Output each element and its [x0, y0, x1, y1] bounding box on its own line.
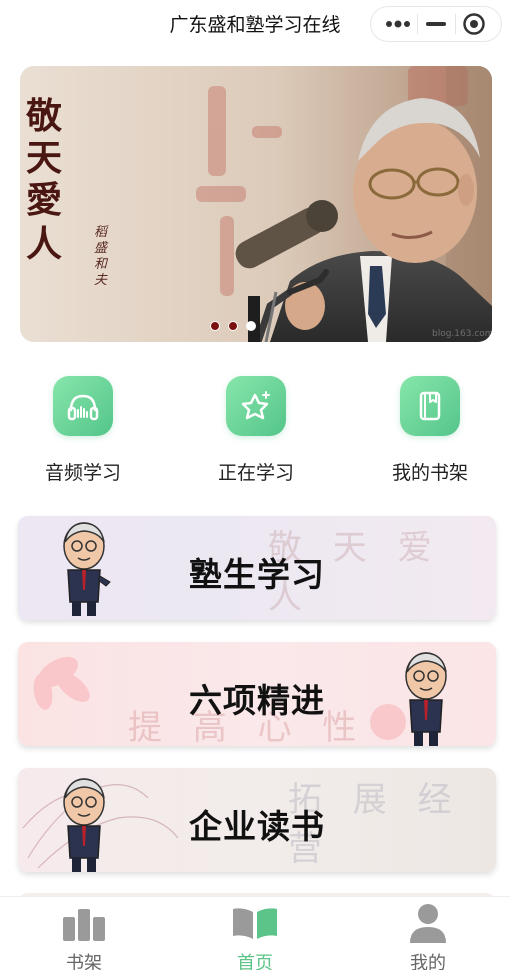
tab-mine[interactable]: 我的 — [368, 903, 488, 970]
quick-item-label: 音频学习 — [44, 462, 121, 484]
banner-carousel[interactable]: 敬 天 愛 人 稻 盛 和 夫 blog.163.com — [20, 66, 492, 342]
banner-headline-char: 人 — [26, 223, 62, 265]
banner-signature-char: 和 — [94, 257, 109, 272]
user-icon — [403, 903, 453, 943]
quick-item-learning[interactable]: 正在学习 — [181, 372, 331, 485]
carousel-dot-active[interactable] — [246, 321, 256, 331]
carousel-dot[interactable] — [228, 321, 238, 331]
headphones-icon — [53, 376, 113, 436]
card-six-practices[interactable]: 提 高 心 性 六项精进 — [18, 642, 496, 746]
banner-headline-char: 愛 — [26, 179, 62, 221]
card-title: 六项精进 — [189, 681, 325, 720]
banner-signature-char: 夫 — [94, 273, 108, 288]
quick-menu: 音频学习 正在学习 我的书架 — [0, 372, 510, 492]
quick-item-label: 我的书架 — [391, 462, 468, 484]
quick-item-bookshelf[interactable]: 我的书架 — [355, 372, 505, 485]
banner-signature-char: 盛 — [94, 241, 109, 256]
banner-signature-char: 稻 — [94, 225, 109, 240]
card-title: 塾生学习 — [189, 555, 325, 594]
card-title: 企业读书 — [189, 807, 325, 846]
capsule-divider — [454, 14, 456, 34]
carousel-indicator — [210, 320, 270, 332]
card-enterprise-reading[interactable]: 拓 展 经 营 企业读书 — [18, 768, 496, 872]
close-button[interactable] — [459, 12, 489, 36]
mini-program-capsule — [370, 6, 502, 42]
minimize-button[interactable] — [421, 12, 451, 36]
banner-image: 敬 天 愛 人 稻 盛 和 夫 blog.163.com — [20, 66, 492, 342]
quick-item-audio[interactable]: 音频学习 — [8, 372, 158, 485]
bookshelf-icon — [59, 903, 109, 943]
card-student-study[interactable]: 敬 天 爱 人 塾生学习 — [18, 516, 496, 620]
open-book-icon — [230, 903, 280, 943]
banner-headline-char: 天 — [26, 137, 62, 179]
target-circle-icon — [463, 13, 485, 35]
minimize-icon — [426, 22, 446, 26]
star-icon — [226, 376, 286, 436]
book-icon — [400, 376, 460, 436]
more-dots-icon — [386, 20, 410, 28]
carousel-dot[interactable] — [210, 321, 220, 331]
tab-bookshelf[interactable]: 书架 — [24, 903, 144, 970]
banner-watermark: blog.163.com — [432, 329, 492, 339]
page: 广东盛和塾学习在线 敬 天 愛 人 稻 盛 和 夫 blog.163.com 音… — [0, 0, 510, 970]
tab-label: 我的 — [410, 953, 446, 970]
tab-label: 首页 — [237, 953, 273, 970]
header: 广东盛和塾学习在线 — [0, 0, 510, 50]
bottom-tab-bar: 书架 首页 我的 — [0, 896, 510, 970]
more-button[interactable] — [383, 12, 413, 36]
tab-label: 书架 — [66, 953, 102, 970]
capsule-divider — [416, 14, 418, 34]
banner-headline-char: 敬 — [25, 95, 63, 137]
tab-home[interactable]: 首页 — [195, 903, 315, 970]
quick-item-label: 正在学习 — [217, 462, 294, 484]
